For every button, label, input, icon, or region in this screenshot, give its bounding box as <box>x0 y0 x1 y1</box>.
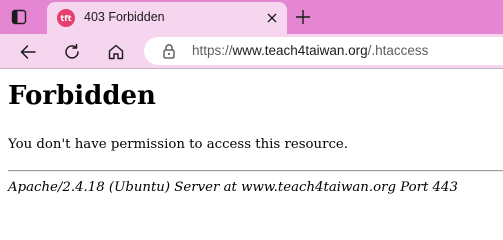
home-icon <box>108 44 124 60</box>
plus-icon <box>296 10 310 24</box>
page-heading: Forbidden <box>8 81 156 111</box>
refresh-button[interactable] <box>60 40 84 64</box>
tab-title: 403 Forbidden <box>84 10 165 24</box>
back-button[interactable] <box>16 40 40 64</box>
site-favicon: tft <box>57 9 75 27</box>
horizontal-rule <box>8 170 503 172</box>
lock-icon <box>163 44 175 59</box>
tab-actions-button[interactable] <box>10 8 28 26</box>
active-tab[interactable]: tft 403 Forbidden <box>47 2 287 34</box>
tab-actions-icon <box>11 9 27 25</box>
server-signature: Apache/2.4.18 (Ubuntu) Server at www.tea… <box>8 180 458 195</box>
refresh-icon <box>65 43 79 59</box>
favicon-text: tft <box>60 13 72 23</box>
address-bar[interactable]: https://www.teach4taiwan.org/.htaccess <box>144 37 503 65</box>
url-scheme: https:// <box>192 43 233 58</box>
page-content: Forbidden You don't have permission to a… <box>0 69 503 211</box>
new-tab-button[interactable] <box>292 6 314 28</box>
home-button[interactable] <box>104 40 128 64</box>
close-tab-button[interactable] <box>263 9 281 27</box>
tab-strip: tft 403 Forbidden <box>0 0 503 34</box>
error-message: You don't have permission to access this… <box>8 137 348 152</box>
url-path: /.htaccess <box>367 43 429 58</box>
browser-toolbar: https://www.teach4taiwan.org/.htaccess <box>0 34 503 68</box>
url-host: www.teach4taiwan.org <box>232 43 368 58</box>
back-arrow-icon <box>20 45 36 59</box>
url-text[interactable]: https://www.teach4taiwan.org/.htaccess <box>192 43 428 58</box>
close-icon <box>267 13 277 23</box>
site-info-button[interactable] <box>161 43 177 59</box>
